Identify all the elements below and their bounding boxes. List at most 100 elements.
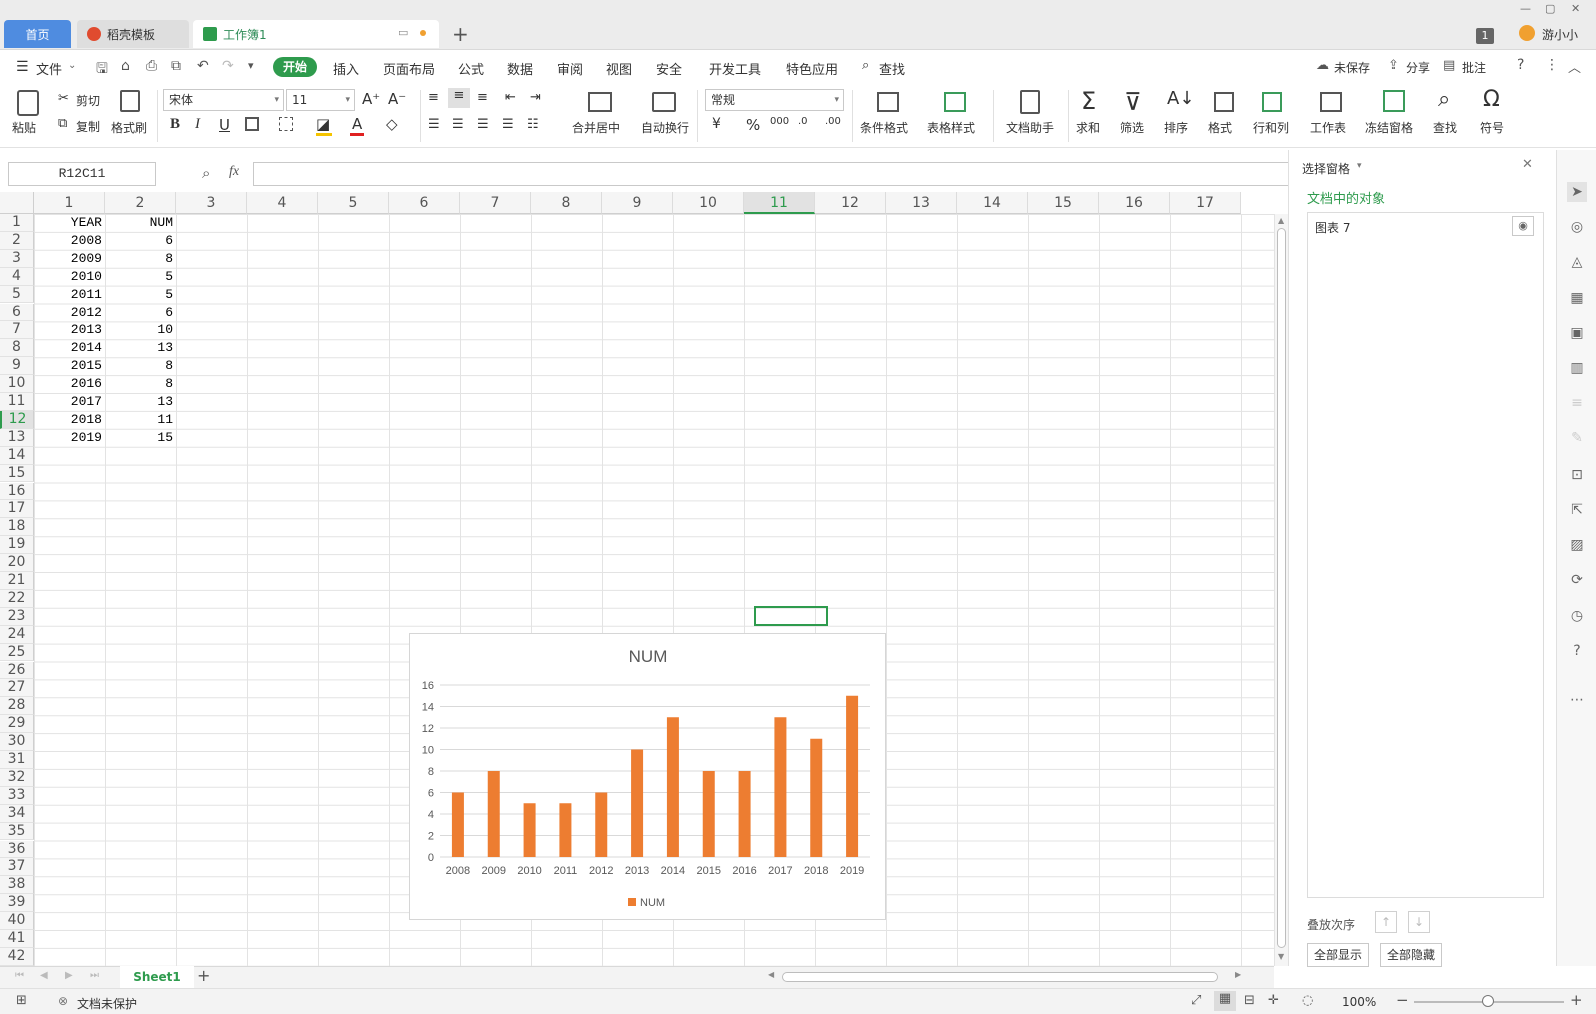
h-scroll-thumb[interactable] [782,972,1218,982]
object-item-chart[interactable]: 图表 7 ◉ [1308,213,1543,239]
add-sheet-button[interactable]: + [197,966,210,985]
row-header[interactable]: 20 [0,554,34,572]
row-header[interactable]: 23 [0,607,34,626]
font-color-icon[interactable]: A [352,115,362,133]
table-cell[interactable]: 2017 [34,393,105,411]
row-col-icon[interactable] [1262,92,1282,112]
column-header[interactable]: 6 [389,192,460,214]
row-header[interactable]: 18 [0,518,34,537]
move-up-button[interactable]: ↑ [1375,911,1397,933]
row-header[interactable]: 8 [0,339,34,358]
column-header[interactable]: 14 [957,192,1028,214]
font-select[interactable]: 宋体 ▾ [163,89,284,111]
decrease-decimal-icon[interactable]: .00 [825,116,841,127]
indent-decrease-icon[interactable]: ⇤ [505,90,516,105]
table-cell[interactable]: 2019 [34,429,105,447]
format-painter-button[interactable]: 格式刷 [111,119,147,136]
table-cell[interactable]: 2013 [34,321,105,339]
scroll-down-icon[interactable]: ▼ [1278,952,1284,961]
menu-security[interactable]: 安全 [656,59,682,78]
table-cell[interactable]: 2012 [34,304,105,322]
freeze-panes-button[interactable]: 冻结窗格 [1365,119,1413,136]
row-header[interactable]: 1 [0,214,34,232]
row-header[interactable]: 3 [0,249,34,268]
spreadsheet-grid[interactable]: 1 2 3 4 5 6 7 8 9 10 11 12 13 14 15 16 17 1 2 3 4 5 6 7 8 9 10 11 1… [0,192,1274,966]
settings-slider-icon[interactable]: ≡ [1567,393,1587,413]
align-center-icon[interactable]: ☰ [452,117,464,132]
row-header[interactable]: 30 [0,733,34,751]
row-header[interactable]: 27 [0,679,34,698]
comment-icon[interactable]: ▤ [1443,58,1455,73]
minimize-icon[interactable]: — [1520,2,1531,15]
sum-icon[interactable]: Σ [1081,87,1096,115]
row-header[interactable]: 22 [0,589,34,608]
table-cell[interactable]: 13 [105,339,176,357]
conditional-format-button[interactable]: 条件格式 [860,119,908,136]
column-header[interactable]: 9 [602,192,673,214]
border-icon[interactable] [245,117,259,131]
image-find-icon[interactable]: ⊡ [1567,465,1587,485]
select-cursor-icon[interactable]: ➤ [1567,182,1587,202]
table-cell[interactable]: 8 [105,357,176,375]
column-header[interactable]: 11 [744,192,815,214]
font-shrink-icon[interactable]: A⁻ [388,90,406,108]
zoom-level[interactable]: 100% [1342,995,1376,1009]
zoom-out-icon[interactable]: − [1396,991,1409,1009]
table-cell[interactable]: 5 [105,268,176,286]
align-bottom-icon[interactable]: ≡ [477,90,488,105]
export-icon[interactable]: ⇱ [1567,500,1587,520]
align-top-icon[interactable]: ≡ [428,90,439,105]
table-cell[interactable]: 8 [105,250,176,268]
shapes-icon[interactable]: ◎ [1567,217,1587,237]
scroll-right-icon[interactable]: ▶ [1235,970,1241,979]
scissors-icon[interactable]: ✂ [58,91,69,106]
last-sheet-icon[interactable]: ⏭ [90,970,99,981]
history-icon[interactable]: ◷ [1567,606,1587,626]
justify-icon[interactable]: ☰ [502,117,514,132]
eye-care-icon[interactable]: ◌ [1302,993,1313,1008]
prev-sheet-icon[interactable]: ◀ [40,970,48,981]
help-icon[interactable]: ? [1517,57,1524,73]
backup-icon[interactable]: ⟳ [1567,570,1587,590]
table-cell[interactable]: NUM [105,214,176,232]
row-header[interactable]: 7 [0,321,34,340]
table-cell[interactable]: 11 [105,411,176,429]
row-header[interactable]: 13 [0,428,34,447]
normal-view-icon[interactable]: ▦ [1214,991,1236,1011]
format-icon[interactable]: ⌂ [121,58,130,74]
zoom-formula-icon[interactable]: ⌕ [202,164,210,182]
table-cell[interactable]: 2009 [34,250,105,268]
menu-special[interactable]: 特色应用 [786,59,838,78]
tab-template[interactable]: 稻壳模板 [77,20,189,48]
fx-icon[interactable]: fx [229,164,239,180]
more-icon[interactable]: ⋮ [1545,57,1559,73]
freeze-icon[interactable] [1383,90,1405,112]
cut-button[interactable]: 剪切 [76,92,100,109]
hamburger-icon[interactable]: ☰ [16,59,29,75]
maximize-icon[interactable]: ▢ [1545,2,1555,15]
brush-icon[interactable] [120,90,140,112]
row-header[interactable]: 19 [0,536,34,555]
table-cell[interactable]: 6 [105,304,176,322]
wrap-icon[interactable] [652,92,676,112]
worksheet-icon[interactable] [1320,92,1342,112]
font-grow-icon[interactable]: A⁺ [362,90,380,108]
menu-file[interactable]: 文件 [36,59,62,78]
eraser-icon[interactable]: ◇ [386,115,398,133]
share-icon[interactable]: ⇪ [1388,58,1399,73]
column-header[interactable]: 8 [531,192,602,214]
row-header[interactable]: 9 [0,357,34,376]
chart-icon[interactable]: ▥ [1567,358,1587,378]
column-header[interactable]: 17 [1170,192,1241,214]
table-cell[interactable]: 10 [105,321,176,339]
column-header[interactable]: 15 [1028,192,1099,214]
symbol-button[interactable]: 符号 [1480,119,1504,136]
eye-icon[interactable]: ◉ [1512,216,1534,236]
row-col-button[interactable]: 行和列 [1253,119,1289,136]
move-down-button[interactable]: ↓ [1408,911,1430,933]
row-header[interactable]: 24 [0,625,34,644]
row-header[interactable]: 12 [0,410,34,429]
row-header[interactable]: 34 [0,804,34,823]
number-format-select[interactable]: 常规 ▾ [705,89,844,111]
find-icon[interactable]: ⌕ [1438,87,1450,112]
